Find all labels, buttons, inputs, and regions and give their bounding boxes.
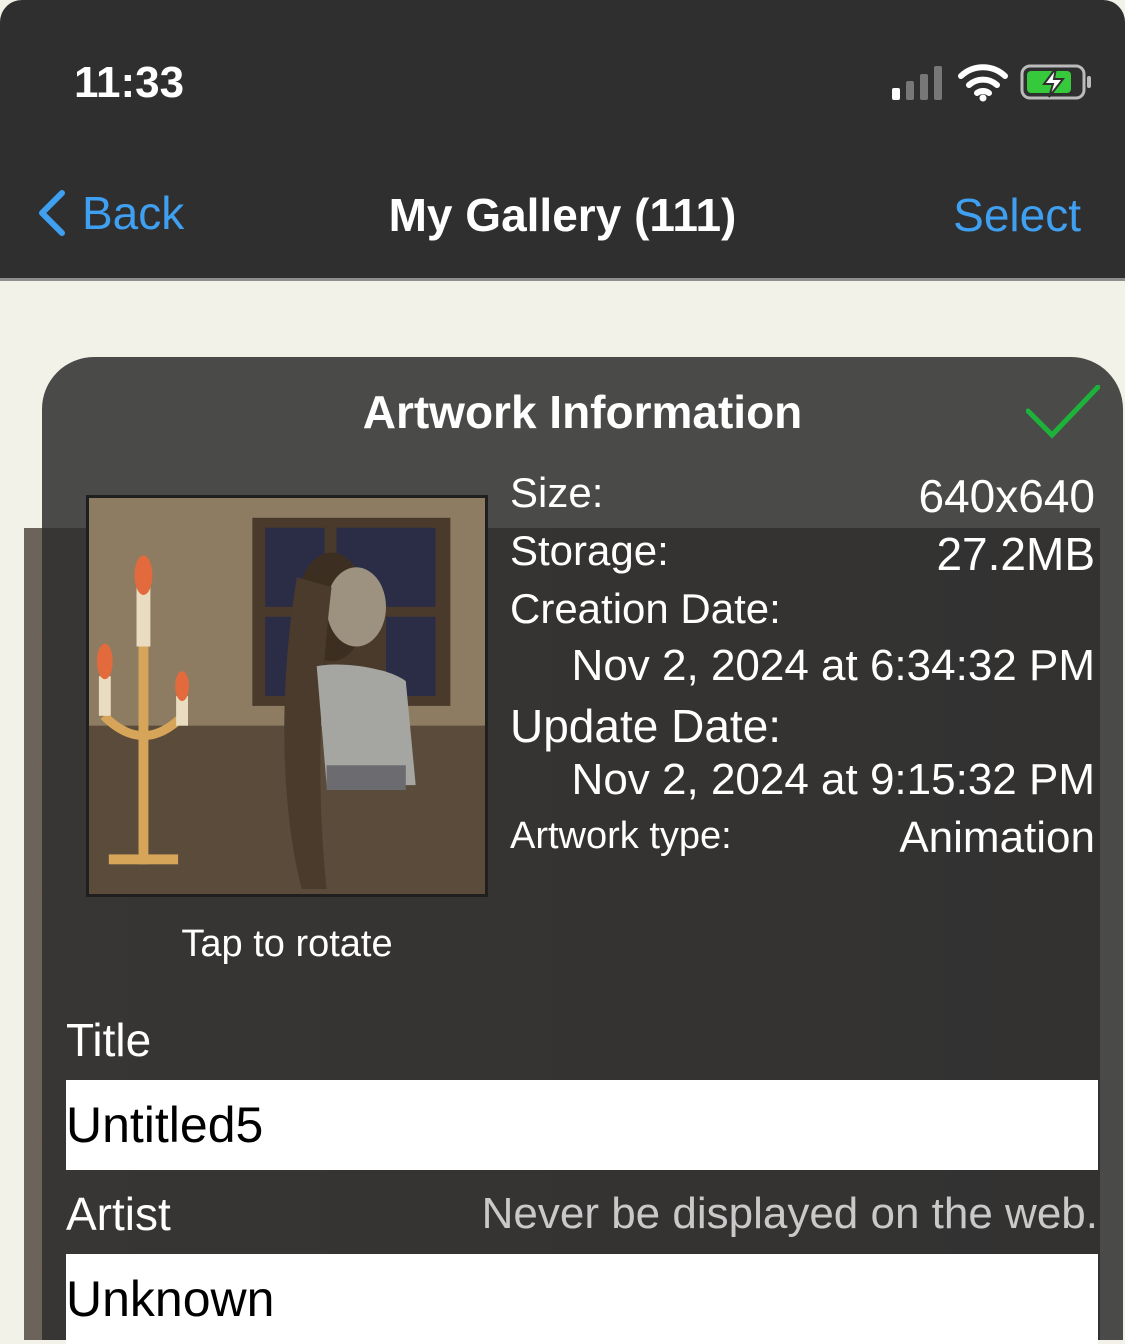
battery-charging-icon [1020, 64, 1091, 100]
artist-hint: Never be displayed on the web. [481, 1189, 1098, 1238]
title-input[interactable]: Untitled5 [66, 1080, 1098, 1170]
rotate-hint: Tap to rotate [181, 923, 393, 965]
creation-date-label: Creation Date: [510, 585, 781, 632]
update-date-label: Update Date: [510, 700, 782, 752]
back-button[interactable]: Back [34, 187, 185, 239]
artwork-thumbnail[interactable] [86, 495, 488, 897]
title-label: Title [66, 1014, 152, 1066]
storage-label: Storage: [510, 527, 669, 574]
chevron-left-icon [39, 190, 65, 236]
wifi-icon [958, 64, 1008, 102]
status-time: 11:33 [74, 58, 185, 107]
artist-label: Artist [66, 1188, 171, 1240]
navigation-bar: Back My Gallery (111) Select [0, 150, 1125, 281]
select-button[interactable]: Select [953, 188, 1081, 242]
checkmark-icon[interactable] [1026, 385, 1100, 439]
artwork-type-value: Animation [899, 813, 1095, 862]
size-label: Size: [510, 469, 604, 516]
cellular-signal-icon [892, 66, 942, 100]
status-bar: 11:33 [0, 0, 1125, 150]
back-label: Back [82, 187, 185, 239]
artist-input[interactable]: Unknown [66, 1254, 1098, 1344]
artwork-image [89, 498, 485, 894]
artwork-type-label: Artwork type: [510, 815, 732, 857]
panel-title: Artwork Information [362, 386, 803, 438]
size-value: 640x640 [918, 470, 1096, 522]
artwork-info-panel: Artwork Information Tap to rotate Size: … [42, 357, 1123, 1344]
storage-value: 27.2MB [936, 528, 1095, 580]
update-date-value: Nov 2, 2024 at 9:15:32 PM [571, 755, 1095, 804]
creation-date-value: Nov 2, 2024 at 6:34:32 PM [571, 641, 1095, 690]
